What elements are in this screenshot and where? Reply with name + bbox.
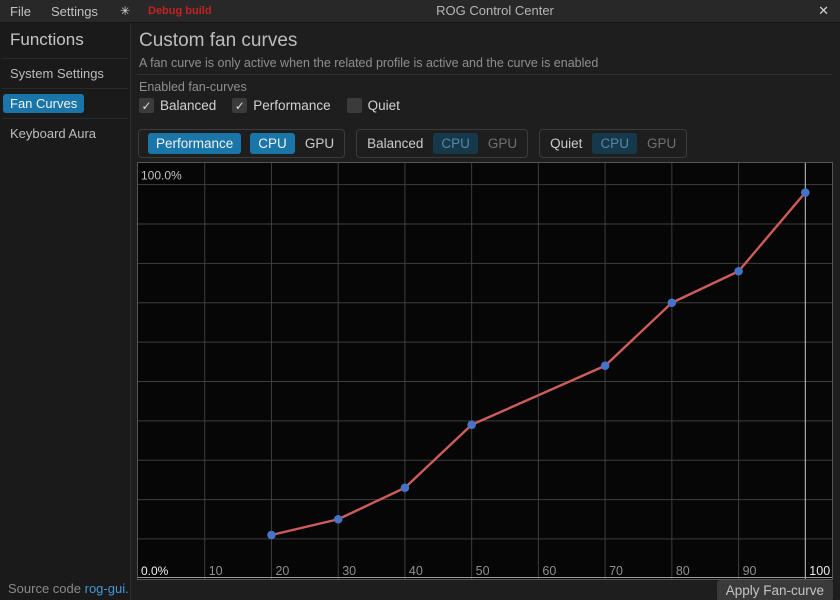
curve-point[interactable] <box>334 515 343 524</box>
sidebar-item-label: Fan Curves <box>3 94 84 113</box>
menubar: File Settings <box>0 4 98 19</box>
curve-point[interactable] <box>467 420 476 429</box>
profile-button-balanced[interactable]: Balanced <box>366 133 424 154</box>
x-tick-label: 60 <box>542 564 556 578</box>
rog-gui-link[interactable]: rog-gui. <box>85 581 129 596</box>
sidebar-item-keyboard-aura[interactable]: Keyboard Aura <box>0 119 130 148</box>
x-tick-label: 50 <box>476 564 490 578</box>
fan-curve-chart-container: 10 20 30 40 50 60 70 80 90 100 100.0% 0.0% <box>137 162 833 580</box>
debug-build-badge: Debug build <box>148 5 212 17</box>
checkbox-empty-box <box>347 98 362 113</box>
curve-point[interactable] <box>801 188 810 197</box>
menu-settings[interactable]: Settings <box>51 4 98 19</box>
profile-button-quiet[interactable]: Quiet <box>549 133 583 154</box>
tab-cpu-balanced[interactable]: CPU <box>433 133 478 154</box>
x-tick-label: 90 <box>743 564 757 578</box>
enabled-fan-curves-label: Enabled fan-curves <box>139 80 247 94</box>
profile-tab-row: Performance CPU GPU Balanced CPU GPU Qui… <box>138 129 687 158</box>
checkbox-label: Performance <box>253 98 330 113</box>
curve-point[interactable] <box>668 298 677 307</box>
page-subtitle: A fan curve is only active when the rela… <box>139 56 598 70</box>
x-tick-label: 80 <box>676 564 690 578</box>
checkbox-balanced[interactable]: ✓ Balanced <box>139 98 216 113</box>
y-max-label: 100.0% <box>141 169 182 183</box>
tab-gpu-quiet[interactable]: GPU <box>646 133 677 154</box>
theme-sun-icon[interactable]: ✳ <box>120 4 130 18</box>
x-tick-label: 70 <box>609 564 623 578</box>
fan-curve-chart[interactable]: 10 20 30 40 50 60 70 80 90 100 100.0% 0.0% <box>138 163 832 579</box>
sidebar-item-fan-curves[interactable]: Fan Curves <box>0 89 130 118</box>
x-tick-label: 40 <box>409 564 423 578</box>
close-icon[interactable]: ✕ <box>818 0 829 22</box>
checkbox-label: Quiet <box>368 98 400 113</box>
main-panel: Custom fan curves A fan curve is only ac… <box>131 23 840 600</box>
x-tick-label: 10 <box>209 564 223 578</box>
sidebar-item-label: Keyboard Aura <box>10 126 96 141</box>
tab-gpu-performance[interactable]: GPU <box>304 133 335 154</box>
checkbox-performance[interactable]: ✓ Performance <box>232 98 330 113</box>
source-code-text: Source code <box>8 581 85 596</box>
divider <box>137 74 832 75</box>
titlebar: File Settings ✳ Debug build ROG Control … <box>0 0 840 23</box>
x-tick-label: 100 <box>809 564 830 578</box>
profile-group-quiet: Quiet CPU GPU <box>539 129 687 158</box>
profile-group-balanced: Balanced CPU GPU <box>356 129 528 158</box>
profile-group-performance: Performance CPU GPU <box>138 129 345 158</box>
sidebar-header: Functions <box>0 23 130 58</box>
curve-point[interactable] <box>734 267 743 276</box>
window-title: ROG Control Center <box>436 0 554 22</box>
checkbox-quiet[interactable]: Quiet <box>347 98 400 113</box>
tab-cpu-performance[interactable]: CPU <box>250 133 295 154</box>
tab-gpu-balanced[interactable]: GPU <box>487 133 518 154</box>
page-title: Custom fan curves <box>139 30 297 52</box>
profile-button-performance[interactable]: Performance <box>148 133 241 154</box>
sidebar-item-label: System Settings <box>10 66 104 81</box>
curve-point[interactable] <box>401 483 410 492</box>
curve-point[interactable] <box>267 531 276 540</box>
curve-point[interactable] <box>601 361 610 370</box>
rog-control-center-window: File Settings ✳ Debug build ROG Control … <box>0 0 840 600</box>
y-min-label: 0.0% <box>141 564 169 578</box>
sidebar-item-system-settings[interactable]: System Settings <box>0 59 130 88</box>
menu-file[interactable]: File <box>10 4 31 19</box>
checkbox-check-icon: ✓ <box>232 98 247 113</box>
source-code-note: Source code rog-gui. <box>8 581 129 596</box>
x-tick-label: 20 <box>275 564 289 578</box>
x-tick-label: 30 <box>342 564 356 578</box>
enabled-checkbox-row: ✓ Balanced ✓ Performance Quiet <box>139 98 400 113</box>
tab-cpu-quiet[interactable]: CPU <box>592 133 637 154</box>
apply-fan-curve-button[interactable]: Apply Fan-curve <box>717 580 833 600</box>
checkbox-label: Balanced <box>160 98 216 113</box>
checkbox-check-icon: ✓ <box>139 98 154 113</box>
sidebar: Functions System Settings Fan Curves Key… <box>0 23 131 600</box>
